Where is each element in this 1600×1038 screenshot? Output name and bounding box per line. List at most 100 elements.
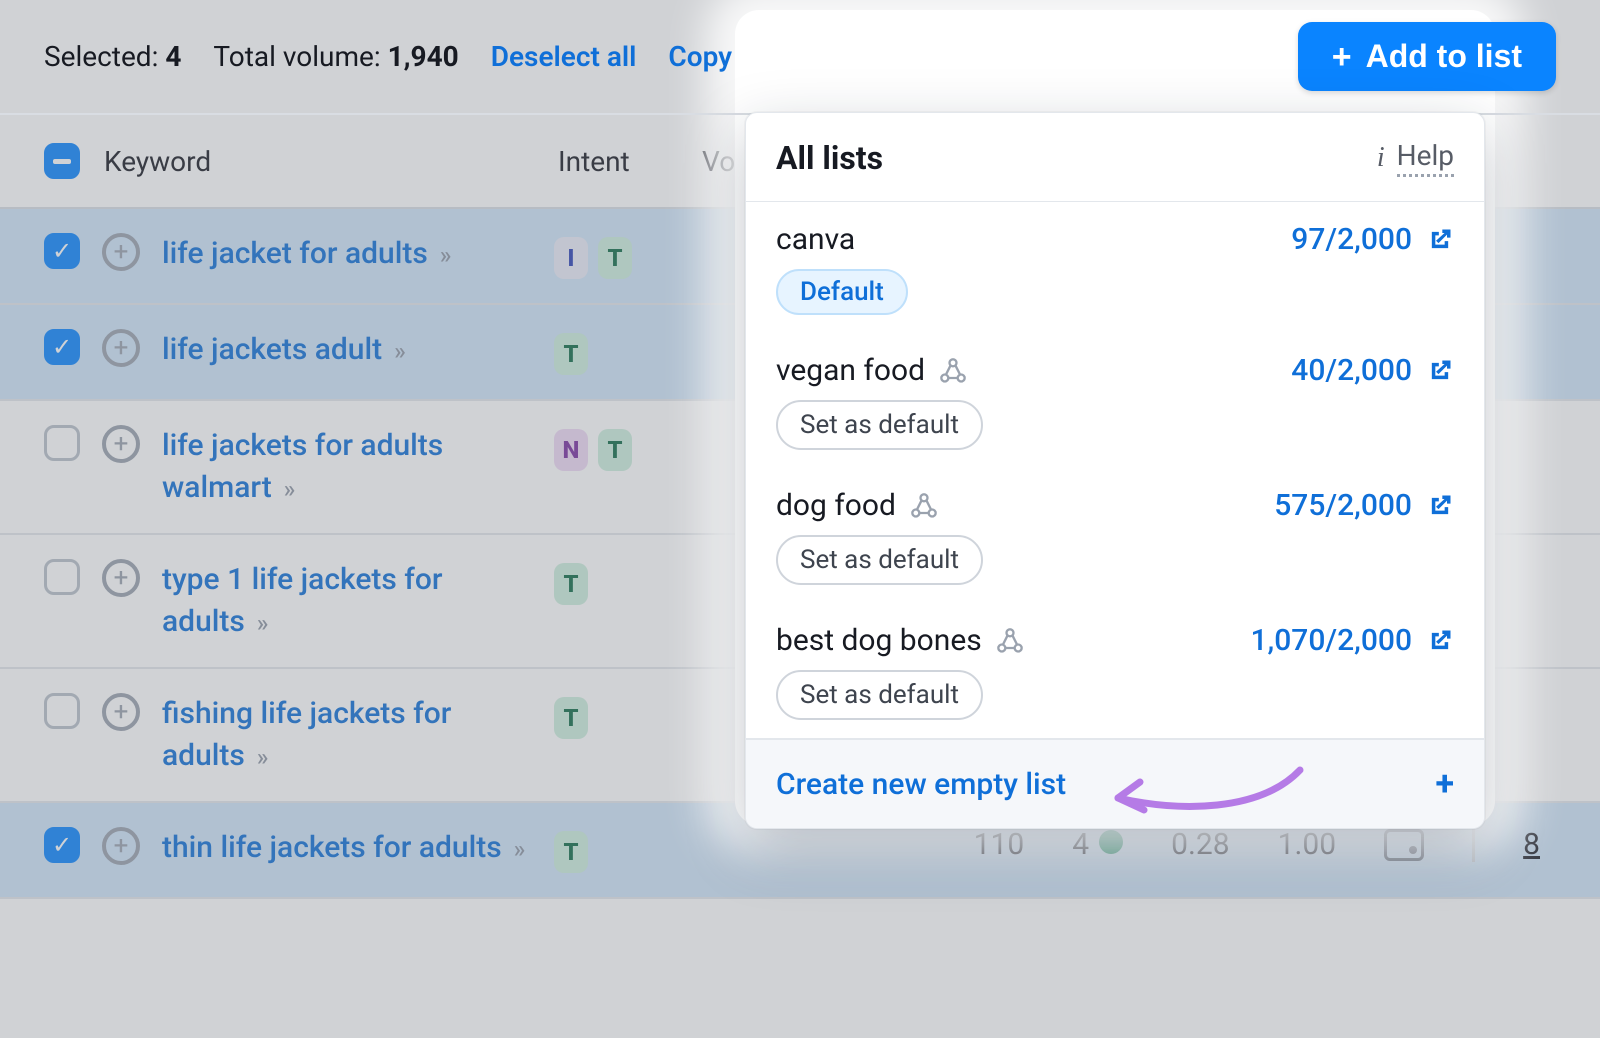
intent-badge-t: T — [554, 831, 588, 873]
list-item-row: canva 97/2,000 — [776, 222, 1454, 257]
list-item-sub: Set as default — [776, 400, 1454, 450]
list-count-text: 40/2,000 — [1291, 353, 1412, 388]
expand-icon[interactable]: + — [102, 425, 140, 463]
help-link[interactable]: i Help — [1375, 139, 1454, 177]
list-name-text: best dog bones — [776, 623, 982, 658]
intent-cell: NT — [554, 425, 674, 471]
create-list-plus-icon[interactable]: + — [1435, 764, 1454, 804]
cluster-icon — [910, 492, 938, 520]
help-label: Help — [1397, 139, 1454, 177]
keyword-text: life jacket for adults — [162, 236, 428, 271]
row-checkbox[interactable]: ✓ — [44, 827, 80, 863]
intent-cell: T — [554, 693, 674, 739]
list-name-text: canva — [776, 222, 855, 257]
keyword-cell: life jackets adult » — [162, 329, 532, 371]
plus-icon: + — [1332, 40, 1352, 74]
list-name-text: vegan food — [776, 353, 925, 388]
keyword-text: fishing life jackets for adults — [162, 696, 451, 773]
expand-icon[interactable]: + — [102, 329, 140, 367]
external-link-icon[interactable] — [1426, 357, 1454, 385]
keyword-link[interactable]: thin life jackets for adults » — [162, 830, 525, 865]
popover-body: canva97/2,000Defaultvegan food40/2,000Se… — [746, 201, 1484, 738]
intent-cell: T — [554, 329, 674, 375]
column-intent[interactable]: Intent — [558, 145, 678, 178]
intent-badge-t: T — [598, 237, 632, 279]
expand-icon[interactable]: + — [102, 693, 140, 731]
keyword-link[interactable]: life jackets adult » — [162, 332, 406, 367]
list-count[interactable]: 575/2,000 — [1274, 488, 1454, 523]
select-all-checkbox[interactable] — [44, 143, 80, 179]
list-item-sub: Set as default — [776, 535, 1454, 585]
set-default-button[interactable]: Set as default — [776, 670, 983, 720]
popover-footer: Create new empty list + — [746, 738, 1484, 828]
list-item-sub: Set as default — [776, 670, 1454, 720]
toolbar: Selected: 4 Total volume: 1,940 Deselect… — [0, 0, 1600, 115]
selected-stat: Selected: 4 — [44, 40, 181, 73]
list-name: best dog bones — [776, 623, 1024, 658]
column-keyword[interactable]: Keyword — [104, 145, 534, 178]
chevron-right-icon: » — [508, 835, 526, 863]
row-checkbox[interactable] — [44, 693, 80, 729]
intent-badge-i: I — [554, 237, 588, 279]
list-name-text: dog food — [776, 488, 896, 523]
list-item[interactable]: dog food 575/2,000 Set as default — [746, 468, 1484, 603]
keyword-link[interactable]: life jacket for adults » — [162, 236, 451, 271]
copy-link[interactable]: Copy — [668, 40, 732, 73]
external-link-icon[interactable] — [1426, 627, 1454, 655]
list-item-row: vegan food 40/2,000 — [776, 353, 1454, 388]
divider — [1472, 828, 1475, 862]
intent-badge-t: T — [554, 333, 588, 375]
expand-icon[interactable]: + — [102, 559, 140, 597]
chevron-right-icon: » — [278, 475, 296, 503]
chevron-right-icon: » — [388, 337, 406, 365]
external-link-icon[interactable] — [1426, 226, 1454, 254]
cluster-icon — [996, 627, 1024, 655]
list-count[interactable]: 40/2,000 — [1291, 353, 1454, 388]
volume-label: Total volume: — [213, 40, 380, 73]
set-default-button[interactable]: Set as default — [776, 400, 983, 450]
add-to-list-button[interactable]: + Add to list — [1298, 22, 1556, 91]
intent-badge-t: T — [554, 563, 588, 605]
serp-icon[interactable] — [1384, 829, 1424, 861]
set-default-button[interactable]: Set as default — [776, 535, 983, 585]
keyword-link[interactable]: life jackets for adults walmart » — [162, 428, 443, 505]
row-checkbox[interactable] — [44, 425, 80, 461]
list-item-row: best dog bones 1,070/2,000 — [776, 623, 1454, 658]
row-metrics: 11040.281.008 — [974, 827, 1556, 862]
list-name: vegan food — [776, 353, 967, 388]
intent-badge-n: N — [554, 429, 588, 471]
list-item[interactable]: canva97/2,000Default — [746, 202, 1484, 333]
intent-badge-t: T — [598, 429, 632, 471]
popover-header: All lists i Help — [746, 113, 1484, 201]
volume-stat: Total volume: 1,940 — [213, 40, 458, 73]
external-link-icon[interactable] — [1426, 492, 1454, 520]
row-checkbox[interactable]: ✓ — [44, 329, 80, 365]
create-new-list-link[interactable]: Create new empty list — [776, 767, 1066, 802]
metric-cpc: 0.28 — [1171, 827, 1230, 862]
intent-cell: IT — [554, 233, 674, 279]
keyword-link[interactable]: type 1 life jackets for adults » — [162, 562, 443, 639]
keyword-cell: type 1 life jackets for adults » — [162, 559, 532, 643]
list-count[interactable]: 1,070/2,000 — [1250, 623, 1454, 658]
deselect-all-link[interactable]: Deselect all — [491, 40, 637, 73]
row-checkbox[interactable] — [44, 559, 80, 595]
chevron-right-icon: » — [251, 743, 269, 771]
chevron-right-icon: » — [434, 241, 452, 269]
keyword-link[interactable]: fishing life jackets for adults » — [162, 696, 451, 773]
list-item[interactable]: best dog bones 1,070/2,000 Set as default — [746, 603, 1484, 738]
list-count[interactable]: 97/2,000 — [1291, 222, 1454, 257]
expand-icon[interactable]: + — [102, 233, 140, 271]
list-item-row: dog food 575/2,000 — [776, 488, 1454, 523]
list-item[interactable]: vegan food 40/2,000 Set as default — [746, 333, 1484, 468]
selected-label: Selected: — [44, 40, 158, 73]
keyword-cell: thin life jackets for adults » — [162, 827, 532, 869]
metric-results[interactable]: 8 — [1523, 827, 1540, 862]
keyword-text: type 1 life jackets for adults — [162, 562, 443, 639]
keyword-text: life jackets adult — [162, 332, 382, 367]
expand-icon[interactable]: + — [102, 827, 140, 865]
add-to-list-popover: All lists i Help canva97/2,000Defaultveg… — [745, 112, 1485, 829]
check-icon: ✓ — [52, 239, 72, 263]
row-checkbox[interactable]: ✓ — [44, 233, 80, 269]
popover-title: All lists — [776, 139, 883, 177]
keyword-cell: life jacket for adults » — [162, 233, 532, 275]
